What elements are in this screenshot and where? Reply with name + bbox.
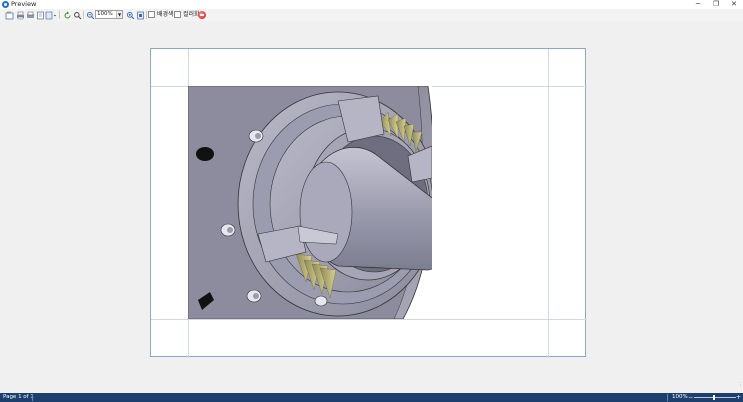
toolbar-separator (83, 11, 84, 19)
stop-icon[interactable] (198, 11, 206, 19)
title-bar: Preview ─ ❐ ✕ (0, 0, 743, 9)
background-color-checkbox[interactable] (148, 11, 155, 18)
open-icon[interactable] (4, 10, 14, 20)
page-info: Page 1 of 1 (3, 394, 34, 400)
app-icon (2, 1, 9, 8)
toolbar-separator (59, 11, 60, 19)
refresh-icon[interactable] (62, 10, 72, 20)
zoom-in-icon[interactable] (125, 10, 135, 20)
chevron-down-icon[interactable]: ▼ (116, 11, 122, 18)
status-separator (32, 394, 33, 401)
preview-page (150, 48, 587, 358)
preview-workspace: ⋮⋮ (0, 21, 743, 393)
status-separator (667, 394, 668, 401)
zoom-select-value: 100% (97, 11, 113, 17)
export-dropdown-icon[interactable] (45, 10, 57, 20)
quick-print-icon[interactable] (25, 10, 35, 20)
status-zoom-value: 100% (672, 394, 688, 400)
fit-page-icon[interactable] (135, 10, 145, 20)
zoom-out-icon[interactable] (85, 10, 95, 20)
page-setup-icon[interactable] (35, 10, 45, 20)
toolbar-separator (146, 11, 147, 19)
zoom-out-button[interactable]: − (688, 393, 693, 402)
margin-guide-bottom (151, 319, 587, 320)
zoom-slider[interactable] (694, 397, 736, 398)
zoom-slider-thumb[interactable] (713, 395, 715, 400)
status-bar: Page 1 of 1 100% − + (0, 393, 743, 402)
resize-grip-icon[interactable]: ⋮⋮ (738, 383, 743, 391)
background-color-label: 배경색 (157, 11, 174, 18)
margin-guide-right (548, 49, 549, 358)
restore-button[interactable]: ❐ (707, 0, 725, 9)
minimize-button[interactable]: ─ (689, 0, 707, 9)
zoom-in-button[interactable]: + (736, 393, 741, 402)
window-title: Preview (11, 0, 37, 8)
colorize-checkbox[interactable] (174, 11, 181, 18)
print-icon[interactable] (15, 10, 25, 20)
toolbar: 100% ▼ 배경색 컬러화 (0, 9, 743, 21)
close-button[interactable]: ✕ (725, 0, 743, 9)
cad-model-image (188, 86, 432, 319)
zoom-select[interactable]: 100% ▼ (95, 10, 123, 19)
search-icon[interactable] (72, 10, 82, 20)
